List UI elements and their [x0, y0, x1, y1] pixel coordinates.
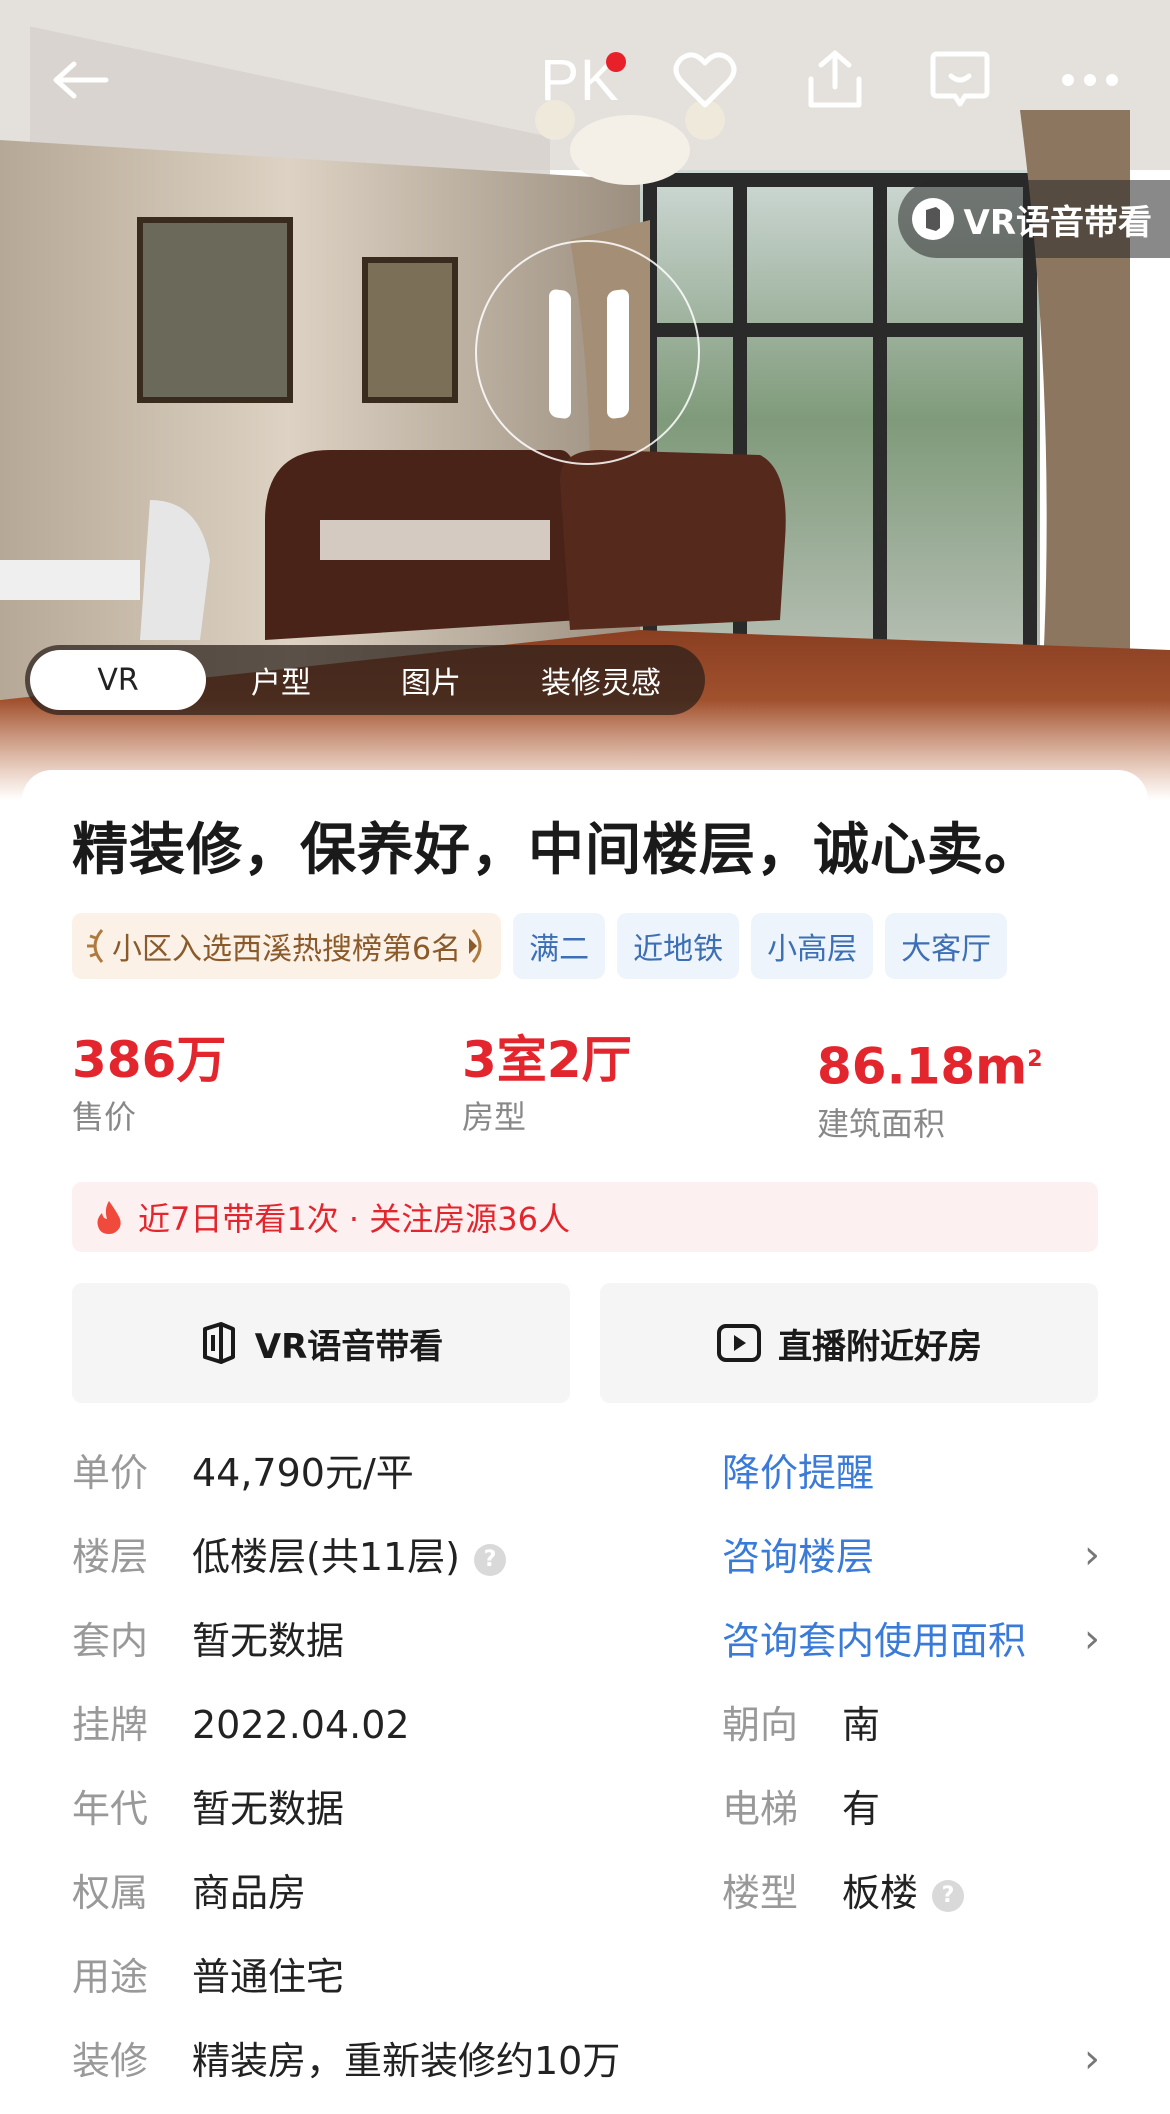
listing-title: 精装修，保养好，中间楼层，诚心卖。 — [72, 818, 1041, 883]
live-play-icon — [717, 1324, 761, 1362]
vr-badge-label: VR语音带看 — [963, 202, 1153, 243]
vr-voice-tour-badge[interactable]: VR语音带看 — [897, 180, 1170, 258]
detail-unit-price: 单价 44,790元/平 — [72, 1448, 414, 1498]
chevron-right-icon[interactable]: › — [1084, 1616, 1100, 1662]
tab-photos[interactable]: 图片 — [356, 645, 506, 715]
popularity-banner: 近7日带看1次 · 关注房源36人 — [72, 1182, 1098, 1252]
laurel-left-icon — [87, 929, 104, 963]
share-button[interactable] — [790, 30, 880, 130]
help-icon[interactable]: ? — [932, 1879, 965, 1912]
more-button[interactable] — [1050, 30, 1130, 130]
detail-decoration: 装修 精装房，重新装修约10万 — [72, 2036, 620, 2086]
layout-value: 3室2厅 — [462, 1031, 632, 1089]
stat-price: 386万 售价 — [72, 1030, 226, 1142]
top-nav-bar: PK — [0, 30, 1170, 130]
hero-photo[interactable]: PK VR语音带看 VR 户型 图片 装修灵感 — [0, 0, 1170, 800]
detail-inner-area: 套内 暂无数据 — [72, 1616, 344, 1666]
pause-icon-bar — [607, 288, 629, 420]
detail-value: 暂无数据 — [192, 1619, 345, 1663]
price-drop-alert-link[interactable]: 降价提醒 — [722, 1448, 874, 1498]
detail-value: 普通住宅 — [192, 1955, 345, 1999]
stat-area: 86.18m2 建筑面积 — [817, 1030, 1043, 1149]
detail-key: 年代 — [72, 1787, 149, 1831]
rank-tag[interactable]: 小区入选西溪热搜榜第6名 — [72, 913, 502, 979]
back-arrow-icon — [53, 61, 109, 99]
detail-elevator: 电梯有 — [722, 1784, 880, 1834]
live-label: 直播附近好房 — [778, 1326, 982, 1367]
pause-icon — [549, 288, 571, 420]
detail-value: 精装房，重新装修约10万 — [192, 2039, 621, 2083]
detail-key: 用途 — [72, 1955, 149, 1999]
stat-layout: 3室2厅 房型 — [462, 1030, 632, 1142]
tab-floorplan[interactable]: 户型 — [206, 645, 356, 715]
ask-floor-link[interactable]: 咨询楼层 — [722, 1532, 874, 1582]
vr-book-icon — [202, 1322, 235, 1364]
message-icon — [930, 51, 990, 107]
detail-key: 权属 — [72, 1871, 149, 1915]
tag-item: 满二 — [513, 913, 606, 979]
tag-row: 小区入选西溪热搜榜第6名 满二 近地铁 小高层 大客厅 — [72, 913, 1008, 979]
rank-tag-label: 小区入选西溪热搜榜第6名 — [112, 932, 462, 967]
detail-key: 装修 — [72, 2039, 149, 2083]
message-button[interactable] — [915, 30, 1005, 130]
notification-dot — [606, 52, 626, 72]
action-buttons: VR语音带看 直播附近好房 — [72, 1283, 1098, 1403]
tab-vr[interactable]: VR — [30, 650, 206, 710]
tab-decor-ideas[interactable]: 装修灵感 — [506, 645, 696, 715]
detail-key: 朝向 — [722, 1703, 799, 1747]
share-icon — [808, 50, 862, 108]
detail-floor: 楼层 低楼层(共11层)? — [72, 1532, 507, 1582]
detail-value: 2022.04.02 — [192, 1703, 410, 1747]
help-icon[interactable]: ? — [474, 1543, 507, 1576]
detail-orientation: 朝向南 — [722, 1700, 880, 1750]
detail-value: 商品房 — [192, 1871, 307, 1915]
detail-key: 单价 — [72, 1451, 149, 1495]
laurel-right-icon — [469, 929, 482, 963]
detail-value: 44,790元/平 — [192, 1451, 414, 1495]
key-stats: 386万 售价 3室2厅 房型 86.18m2 建筑面积 — [72, 1030, 1102, 1143]
chevron-right-icon[interactable]: › — [1084, 2036, 1100, 2082]
detail-key: 挂牌 — [72, 1703, 149, 1747]
detail-value: 有 — [842, 1787, 881, 1831]
pk-compare-button[interactable]: PK — [530, 30, 630, 130]
vr-icon — [911, 198, 954, 240]
price-value: 386万 — [72, 1031, 227, 1089]
area-unit-sup: 2 — [1027, 1047, 1043, 1072]
detail-key: 电梯 — [722, 1787, 799, 1831]
detail-year: 年代 暂无数据 — [72, 1784, 344, 1834]
back-button[interactable] — [40, 30, 120, 130]
detail-value: 南 — [842, 1703, 881, 1747]
detail-ownership: 权属 商品房 — [72, 1868, 306, 1918]
detail-value: 板楼 — [842, 1871, 919, 1915]
vr-pause-button[interactable] — [475, 240, 700, 465]
area-label: 建筑面积 — [817, 1104, 946, 1143]
detail-usage: 用途 普通住宅 — [72, 1952, 344, 2002]
tag-item: 大客厅 — [885, 913, 1008, 979]
heart-icon — [673, 52, 737, 108]
live-nearby-button[interactable]: 直播附近好房 — [600, 1283, 1098, 1403]
tag-item: 近地铁 — [617, 913, 740, 979]
favorite-button[interactable] — [660, 30, 750, 130]
detail-listed-date: 挂牌 2022.04.02 — [72, 1700, 410, 1750]
detail-key: 楼层 — [72, 1535, 149, 1579]
detail-building-type: 楼型 板楼? — [722, 1868, 965, 1918]
detail-key: 楼型 — [722, 1871, 799, 1915]
vr-tour-label: VR语音带看 — [254, 1326, 444, 1367]
popularity-text: 近7日带看1次 · 关注房源36人 — [138, 1200, 570, 1238]
detail-key: 套内 — [72, 1619, 149, 1663]
detail-value: 低楼层(共11层) — [192, 1535, 461, 1579]
area-value: 86.18m — [817, 1037, 1028, 1096]
chevron-right-icon[interactable]: › — [1084, 1532, 1100, 1578]
more-dots-icon — [1062, 74, 1118, 86]
detail-value: 暂无数据 — [192, 1787, 345, 1831]
ask-inner-area-link[interactable]: 咨询套内使用面积 — [722, 1616, 1026, 1666]
flame-icon — [97, 1201, 121, 1234]
price-label: 售价 — [72, 1098, 137, 1136]
media-tabs: VR 户型 图片 装修灵感 — [25, 645, 705, 715]
vr-voice-tour-button[interactable]: VR语音带看 — [72, 1283, 570, 1403]
layout-label: 房型 — [462, 1098, 527, 1136]
tag-item: 小高层 — [751, 913, 874, 979]
